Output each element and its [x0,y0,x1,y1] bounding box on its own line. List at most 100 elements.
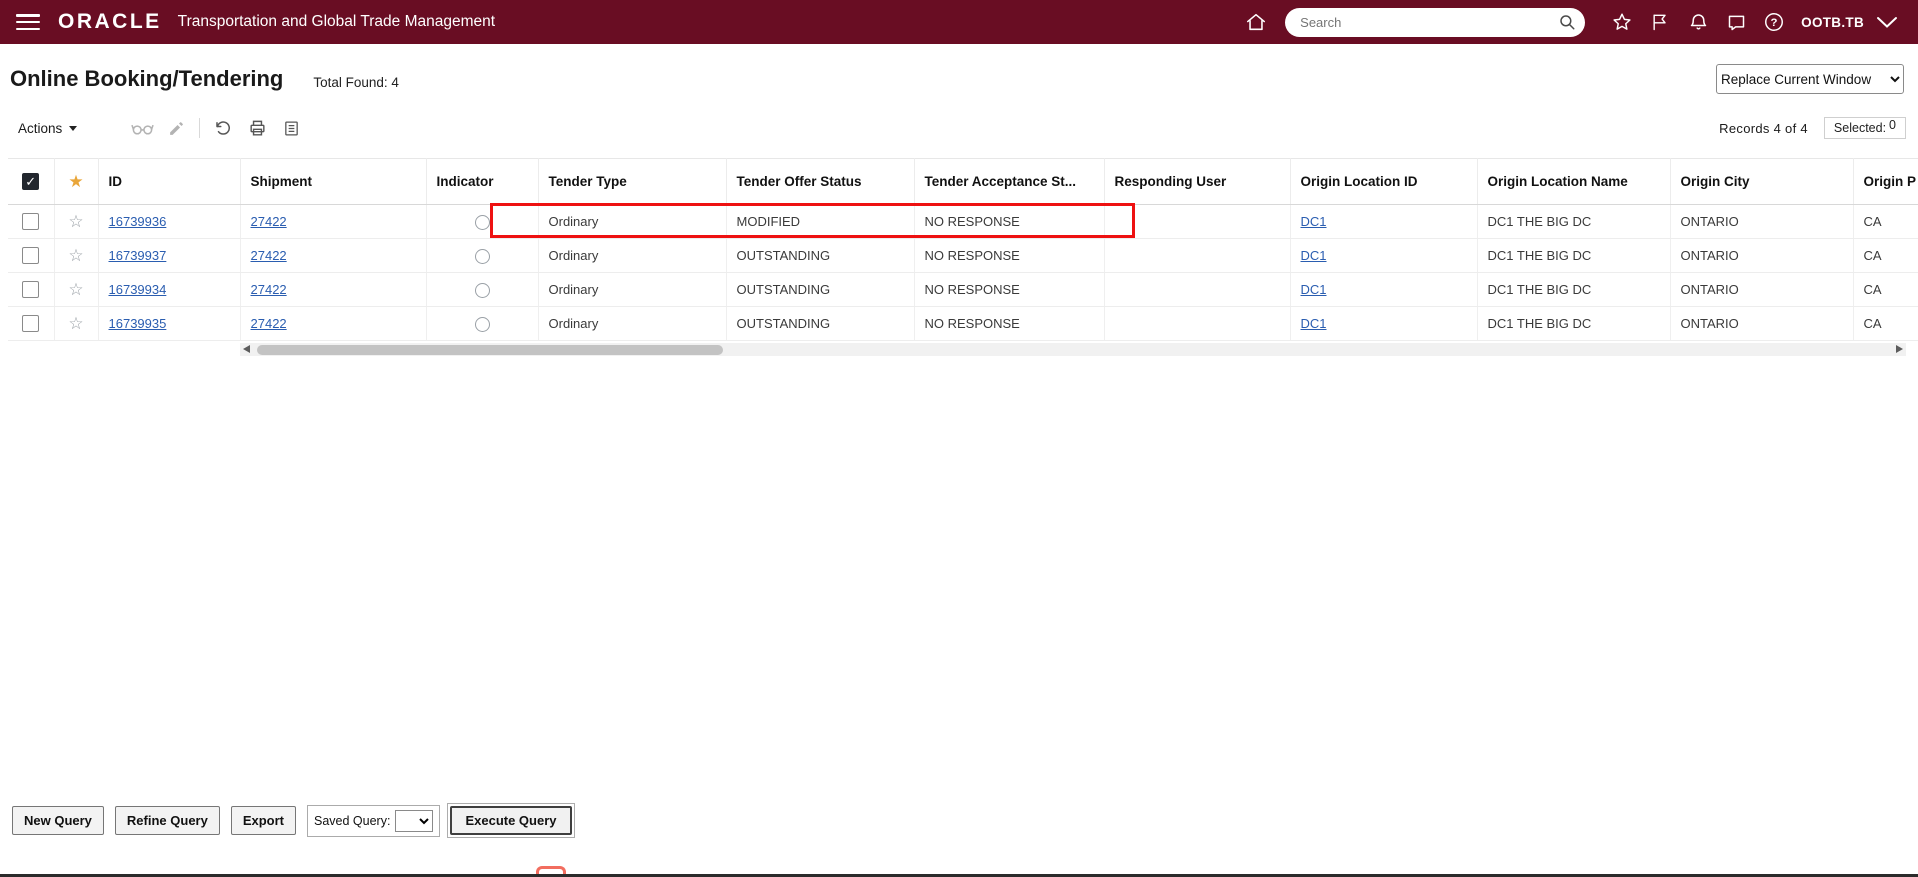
column-header-tender-acceptance-status[interactable]: Tender Acceptance St... [914,158,1105,205]
cell-tender-offer-status: OUTSTANDING [726,306,915,341]
refresh-icon[interactable] [210,115,236,141]
cell-tender-offer-status: MODIFIED [726,204,915,239]
scroll-left-arrow-icon[interactable] [243,345,250,353]
column-header-tender-type[interactable]: Tender Type [538,158,727,205]
new-query-button[interactable]: New Query [12,806,104,835]
print-icon[interactable] [244,115,270,141]
shipment-link[interactable]: 27422 [251,214,287,229]
header-star-icon: ★ [68,171,84,191]
cell-id: 16739934 [98,272,241,307]
column-header-origin-location-id[interactable]: Origin Location ID [1290,158,1478,205]
origin-location-link[interactable]: DC1 [1301,214,1327,229]
cell-origin-city: ONTARIO [1670,272,1854,307]
cell-tender-acceptance-status: NO RESPONSE [914,238,1105,273]
actions-menu-button[interactable]: Actions [12,117,83,140]
favorites-star-icon[interactable] [1607,7,1637,37]
cell-indicator [426,204,539,239]
cell-id: 16739935 [98,306,241,341]
cell-origin-location-name: DC1 THE BIG DC [1477,272,1671,307]
help-icon[interactable]: ? [1759,7,1789,37]
row-checkbox[interactable] [22,247,40,265]
cell-origin-location-name: DC1 THE BIG DC [1477,238,1671,273]
row-checkbox[interactable] [22,213,40,231]
origin-location-link[interactable]: DC1 [1301,282,1327,297]
saved-query-group: Saved Query: [307,804,441,837]
cell-origin-city: ONTARIO [1670,306,1854,341]
cell-tender-type: Ordinary [538,204,727,239]
cell-tender-type: Ordinary [538,306,727,341]
indicator-circle-icon [474,214,490,230]
column-header-responding-user[interactable]: Responding User [1104,158,1291,205]
cell-indicator [426,272,539,307]
scroll-right-arrow-icon[interactable] [1896,345,1903,353]
shipment-link[interactable]: 27422 [251,248,287,263]
cell-tender-type: Ordinary [538,238,727,273]
flag-icon[interactable] [1645,7,1675,37]
svg-text:?: ? [1771,17,1778,29]
search-icon[interactable] [1558,13,1576,36]
shipment-link[interactable]: 27422 [251,282,287,297]
saved-query-select[interactable] [395,809,434,832]
cell-origin-province: CA [1853,238,1918,273]
origin-location-link[interactable]: DC1 [1301,248,1327,263]
select-all-header[interactable]: ✓ [8,158,55,205]
column-header-indicator[interactable]: Indicator [426,158,539,205]
selected-label: Selected: [1833,121,1887,135]
grid-body: ☆ 16739936 27422 Ordinary MODIFIED NO RE… [8,204,1918,341]
scrollbar-thumb[interactable] [257,344,723,355]
cell-tender-offer-status: OUTSTANDING [726,238,915,273]
saved-query-label: Saved Query: [314,813,391,828]
home-icon[interactable] [1241,7,1271,37]
window-mode-select[interactable]: Replace Current Window [1716,64,1904,94]
select-all-checkbox[interactable]: ✓ [22,173,40,190]
cell-origin-city: ONTARIO [1670,238,1854,273]
indicator-circle-icon [474,316,490,332]
query-bar: New Query Refine Query Export Saved Quer… [12,803,575,838]
user-menu-chevron-down-icon[interactable] [1872,7,1902,37]
shipment-link[interactable]: 27422 [251,316,287,331]
refine-query-button[interactable]: Refine Query [114,806,220,835]
id-link[interactable]: 16739934 [109,282,167,297]
cell-shipment: 27422 [240,238,427,273]
row-star-icon[interactable]: ☆ [68,314,83,333]
export-button[interactable]: Export [230,806,297,835]
details-list-icon[interactable] [278,115,304,141]
column-header-shipment[interactable]: Shipment [240,158,427,205]
cell-id: 16739936 [98,204,241,239]
table-row: ☆ 16739934 27422 Ordinary OUTSTANDING NO… [8,272,1918,307]
messages-chat-icon[interactable] [1721,7,1751,37]
page-title: Online Booking/Tendering [10,66,284,91]
results-grid: ✓ ★ ID Shipment Indicator Tender Type Te… [8,158,1918,341]
cell-origin-location-name: DC1 THE BIG DC [1477,306,1671,341]
table-row: ☆ 16739936 27422 Ordinary MODIFIED NO RE… [8,204,1918,239]
horizontal-scrollbar[interactable] [240,343,1906,356]
row-checkbox[interactable] [22,281,40,299]
hamburger-menu-icon[interactable] [16,14,40,30]
row-star-icon[interactable]: ☆ [68,246,83,265]
favorite-column-header[interactable]: ★ [54,158,99,205]
column-header-id[interactable]: ID [98,158,241,205]
id-link[interactable]: 16739936 [109,214,167,229]
column-header-origin-city[interactable]: Origin City [1670,158,1854,205]
execute-query-button[interactable]: Execute Query [450,806,572,835]
id-link[interactable]: 16739935 [109,316,167,331]
view-glasses-icon [129,115,155,141]
table-row: ☆ 16739937 27422 Ordinary OUTSTANDING NO… [8,238,1918,273]
cutoff-annotation-box [536,866,566,874]
column-header-origin-location-name[interactable]: Origin Location Name [1477,158,1671,205]
logged-in-user[interactable]: OOTB.TB [1801,15,1864,30]
row-star-icon[interactable]: ☆ [68,280,83,299]
cell-indicator [426,238,539,273]
origin-location-link[interactable]: DC1 [1301,316,1327,331]
id-link[interactable]: 16739937 [109,248,167,263]
cell-shipment: 27422 [240,204,427,239]
application-window: ORACLE Transportation and Global Trade M… [0,0,1918,877]
column-header-origin-province[interactable]: Origin P [1853,158,1918,205]
indicator-circle-icon [474,248,490,264]
column-header-tender-offer-status[interactable]: Tender Offer Status [726,158,915,205]
cell-responding-user [1104,204,1291,239]
row-star-icon[interactable]: ☆ [68,212,83,231]
row-checkbox[interactable] [22,315,40,333]
notifications-bell-icon[interactable] [1683,7,1713,37]
search-input[interactable] [1285,7,1586,37]
